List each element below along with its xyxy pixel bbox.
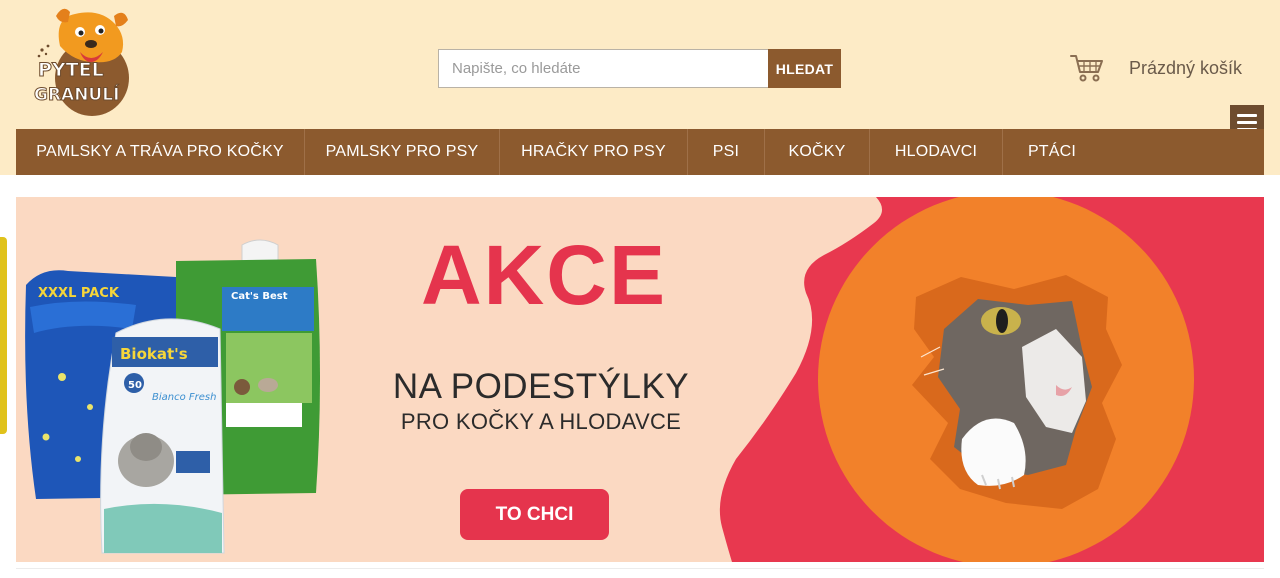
promo-banner[interactable]: XXXL PACK Cat's Best Biokat's 50 Bianco … [16, 197, 1264, 562]
site-header: PYTEL GRANULÍ HLEDAT Prázdný košík PAMLS… [0, 0, 1280, 175]
svg-text:50: 50 [128, 380, 142, 391]
svg-text:PYTEL: PYTEL [38, 59, 104, 81]
banner-headline: AKCE [420, 228, 667, 322]
nav-item-birds[interactable]: PTÁCI [1003, 129, 1101, 175]
product-biokats-bag: Biokat's 50 Bianco Fresh [100, 318, 225, 554]
search-button[interactable]: HLEDAT [768, 49, 841, 88]
svg-text:Biokat's: Biokat's [120, 345, 188, 363]
svg-text:GRANULÍ: GRANULÍ [34, 83, 119, 105]
banner-subtitle: NA PODESTÝLKY [392, 367, 690, 406]
divider [16, 568, 1264, 569]
cart-link[interactable]: Prázdný košík [1070, 53, 1242, 83]
cart-label: Prázdný košík [1129, 57, 1243, 78]
svg-text:Bianco Fresh: Bianco Fresh [152, 392, 216, 403]
search-input[interactable] [438, 49, 768, 88]
hamburger-icon [1237, 120, 1257, 124]
nav-item-toys-dogs[interactable]: HRAČKY PRO PSY [500, 129, 688, 175]
side-widget-tab[interactable] [0, 237, 7, 434]
banner-subtitle-2: PRO KOČKY A HLODAVCE [400, 409, 682, 434]
hamburger-icon [1237, 113, 1257, 117]
site-logo[interactable]: PYTEL GRANULÍ [30, 6, 135, 124]
cart-icon [1070, 55, 1103, 82]
search-bar: HLEDAT [438, 49, 841, 88]
svg-text:Cat's Best: Cat's Best [231, 291, 288, 302]
main-nav: PAMLSKY A TRÁVA PRO KOČKY PAMLSKY PRO PS… [16, 129, 1264, 175]
nav-item-cats[interactable]: KOČKY [765, 129, 870, 175]
nav-item-treats-cats[interactable]: PAMLSKY A TRÁVA PRO KOČKY [16, 129, 305, 175]
banner-cta-button[interactable]: TO CHCI [460, 489, 609, 540]
nav-item-rodents[interactable]: HLODAVCI [870, 129, 1003, 175]
logo-dog-icon: PYTEL GRANULÍ [34, 8, 129, 116]
nav-item-treats-dogs[interactable]: PAMLSKY PRO PSY [305, 129, 500, 175]
nav-item-dogs[interactable]: PSI [688, 129, 765, 175]
svg-text:XXXL PACK: XXXL PACK [38, 286, 120, 301]
